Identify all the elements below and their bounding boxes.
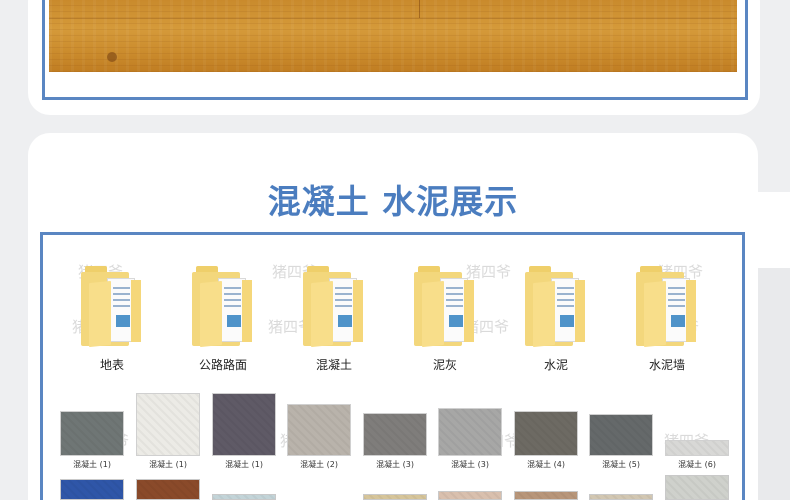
texture-thumbnail[interactable]: 混凝土 (3) bbox=[363, 413, 427, 470]
side-panel bbox=[758, 192, 790, 268]
wood-texture-image bbox=[49, 0, 737, 72]
thumbnail-image bbox=[287, 404, 351, 456]
thumbnail-image bbox=[589, 414, 653, 456]
thumbnail-caption: 混凝土 (1) bbox=[225, 460, 263, 469]
texture-thumbnail[interactable] bbox=[136, 479, 200, 500]
thumbnail-image bbox=[514, 411, 578, 456]
folder-label: 混凝土 bbox=[315, 358, 352, 372]
folder-icon bbox=[414, 266, 476, 348]
texture-thumbnail[interactable]: 混凝土 (1) bbox=[212, 393, 276, 470]
thumbnail-caption: 混凝土 (3) bbox=[376, 460, 414, 469]
texture-thumbnail[interactable] bbox=[438, 491, 502, 500]
wood-seam bbox=[49, 18, 737, 19]
folder-label: 水泥 bbox=[543, 358, 568, 372]
folder-icon bbox=[303, 266, 365, 348]
wood-knot bbox=[107, 52, 117, 62]
thumbnail-image bbox=[136, 393, 200, 456]
texture-thumbnail[interactable]: 混凝土 (6) bbox=[665, 440, 729, 470]
folder-item[interactable]: 泥灰 bbox=[390, 266, 500, 373]
texture-thumbnail[interactable] bbox=[589, 494, 653, 500]
folder-icon bbox=[192, 266, 254, 348]
folder-icon bbox=[81, 266, 143, 348]
thumbnail-image bbox=[363, 413, 427, 456]
texture-thumbnail[interactable]: 混凝土 (3) bbox=[438, 408, 502, 470]
folder-label: 公路路面 bbox=[198, 358, 247, 372]
folder-icon bbox=[525, 266, 587, 348]
texture-thumbnail[interactable]: 混凝土 (1) bbox=[136, 393, 200, 470]
texture-thumbnail[interactable]: 混凝土 (2) bbox=[287, 404, 351, 470]
thumbnail-caption: 混凝土 (2) bbox=[300, 460, 338, 469]
thumbnail-caption: 混凝土 (1) bbox=[149, 460, 187, 469]
thumbnail-caption: 混凝土 (4) bbox=[527, 460, 565, 469]
thumbnail-caption: 混凝土 (5) bbox=[602, 460, 640, 469]
thumbnail-image bbox=[60, 411, 124, 456]
texture-thumbnail[interactable] bbox=[212, 494, 276, 500]
thumbnail-image bbox=[665, 440, 729, 456]
wood-seam bbox=[419, 0, 420, 18]
thumbnail-caption: 混凝土 (3) bbox=[451, 460, 489, 469]
texture-thumbnail[interactable] bbox=[60, 479, 124, 500]
folder-label: 地表 bbox=[99, 358, 124, 372]
folder-icon bbox=[636, 266, 698, 348]
folder-item[interactable]: 公路路面 bbox=[168, 266, 278, 373]
texture-thumbnail[interactable] bbox=[363, 494, 427, 500]
texture-thumbnail[interactable]: 混凝土 (4) bbox=[514, 411, 578, 470]
folder-item[interactable]: 水泥 bbox=[501, 266, 611, 373]
section-title: 混凝土 水泥展示 bbox=[267, 182, 519, 221]
side-panel bbox=[758, 268, 790, 500]
thumbnail-image bbox=[212, 393, 276, 456]
thumbnail-caption: 混凝土 (6) bbox=[678, 460, 716, 469]
folder-item[interactable]: 地表 bbox=[57, 266, 167, 373]
folder-label: 泥灰 bbox=[432, 358, 457, 372]
thumbnail-caption: 混凝土 (1) bbox=[73, 460, 111, 469]
texture-thumbnail[interactable]: 混凝土 (1) bbox=[60, 411, 124, 470]
thumbnail-image bbox=[438, 408, 502, 456]
texture-thumbnail[interactable]: 混凝土 (5) bbox=[589, 414, 653, 470]
folder-label: 水泥墙 bbox=[648, 358, 685, 372]
folder-item[interactable]: 水泥墙 bbox=[612, 266, 722, 373]
folder-item[interactable]: 混凝土 bbox=[279, 266, 389, 373]
texture-thumbnail[interactable] bbox=[514, 491, 578, 500]
texture-thumbnail[interactable] bbox=[665, 475, 729, 500]
